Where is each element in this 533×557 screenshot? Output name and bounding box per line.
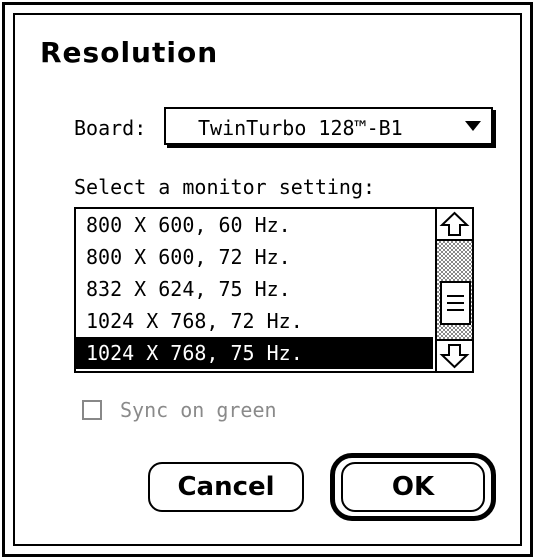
arrow-down-icon: [439, 344, 470, 369]
dialog-title: Resolution: [40, 36, 219, 69]
monitor-setting-list[interactable]: 800 X 600, 60 Hz. 800 X 600, 72 Hz. 832 …: [74, 207, 474, 373]
list-item[interactable]: 800 X 600, 60 Hz.: [76, 209, 433, 241]
vertical-scrollbar[interactable]: [435, 209, 472, 371]
cancel-button-label: Cancel: [177, 472, 275, 502]
sync-on-green-label: Sync on green: [120, 398, 277, 422]
board-label: Board:: [74, 116, 147, 140]
scroll-thumb[interactable]: [440, 281, 471, 325]
list-item[interactable]: 800 X 600, 72 Hz.: [76, 241, 433, 273]
triangle-down-icon: [465, 121, 481, 131]
ok-button[interactable]: OK: [341, 462, 485, 512]
scroll-down-button[interactable]: [437, 339, 472, 371]
sync-on-green-checkbox: [82, 400, 102, 420]
default-button-ring: OK: [330, 453, 496, 521]
monitor-setting-items: 800 X 600, 60 Hz. 800 X 600, 72 Hz. 832 …: [76, 209, 433, 371]
scroll-track[interactable]: [437, 241, 472, 339]
cancel-button[interactable]: Cancel: [148, 462, 304, 512]
list-item[interactable]: 832 X 624, 75 Hz.: [76, 273, 433, 305]
list-item[interactable]: 1024 X 768, 75 Hz.: [76, 337, 433, 369]
monitor-setting-label: Select a monitor setting:: [74, 175, 376, 199]
list-item[interactable]: 1024 X 768, 72 Hz.: [76, 305, 433, 337]
board-popup-menu[interactable]: TwinTurbo 128™-B1: [164, 107, 493, 145]
thumb-grip-line: [447, 309, 464, 311]
scroll-up-button[interactable]: [437, 209, 472, 241]
thumb-grip-line: [447, 302, 464, 304]
ok-button-label: OK: [391, 472, 435, 502]
arrow-up-icon: [439, 211, 470, 236]
board-popup-value: TwinTurbo 128™-B1: [198, 116, 403, 140]
thumb-grip-line: [447, 295, 464, 297]
